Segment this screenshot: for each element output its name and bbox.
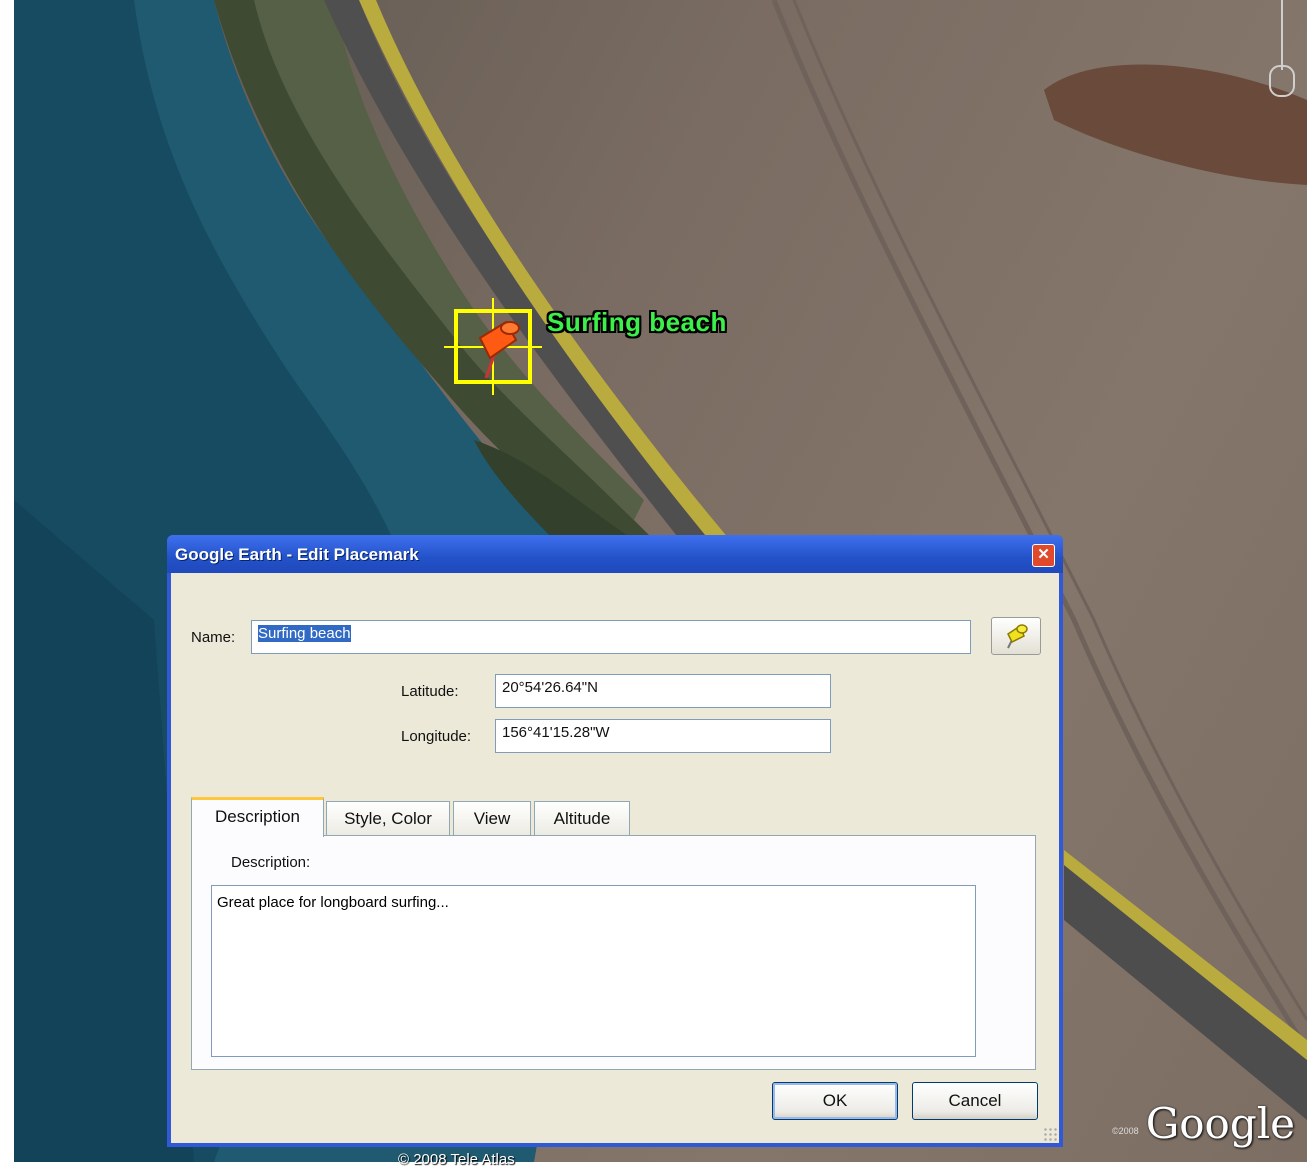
description-textarea[interactable]: Great place for longboard surfing... bbox=[211, 885, 976, 1057]
tilt-slider[interactable] bbox=[1267, 0, 1297, 98]
placemark-label: Surfing beach bbox=[547, 307, 727, 337]
latitude-label: Latitude: bbox=[401, 683, 459, 700]
tab-view[interactable]: View bbox=[453, 801, 531, 835]
placemark-pin-icon[interactable] bbox=[444, 298, 554, 398]
logo-year: ©2008 bbox=[1112, 1126, 1139, 1136]
longitude-input[interactable]: 156°41'15.28"W bbox=[495, 719, 831, 753]
name-label: Name: bbox=[191, 629, 236, 646]
longitude-label: Longitude: bbox=[401, 728, 472, 745]
placemark-icon-button[interactable] bbox=[991, 617, 1041, 655]
cancel-button[interactable]: Cancel bbox=[912, 1082, 1038, 1120]
edit-placemark-dialog: Google Earth - Edit Placemark ✕ Name: Su… bbox=[167, 535, 1063, 1147]
map-copyright: © 2008 Tele Atlas bbox=[398, 1151, 515, 1168]
resize-grip[interactable] bbox=[1043, 1127, 1057, 1141]
tab-description[interactable]: Description bbox=[191, 797, 324, 837]
pushpin-icon bbox=[1007, 624, 1028, 649]
name-input[interactable]: Surfing beach bbox=[251, 620, 971, 654]
description-label: Description: bbox=[231, 854, 311, 871]
dialog-body: Name: Surfing beach Latitude: 20°54'26.6… bbox=[171, 573, 1059, 1143]
name-value: Surfing beach bbox=[258, 625, 351, 642]
close-icon[interactable]: ✕ bbox=[1032, 544, 1055, 567]
google-logo: Google bbox=[1145, 1099, 1295, 1148]
tab-altitude[interactable]: Altitude bbox=[534, 801, 630, 835]
latitude-input[interactable]: 20°54'26.64"N bbox=[495, 674, 831, 708]
dialog-title: Google Earth - Edit Placemark bbox=[175, 545, 419, 564]
tab-style-color[interactable]: Style, Color bbox=[326, 801, 450, 835]
ok-button[interactable]: OK bbox=[772, 1082, 898, 1120]
dialog-titlebar[interactable]: Google Earth - Edit Placemark ✕ bbox=[167, 535, 1063, 573]
